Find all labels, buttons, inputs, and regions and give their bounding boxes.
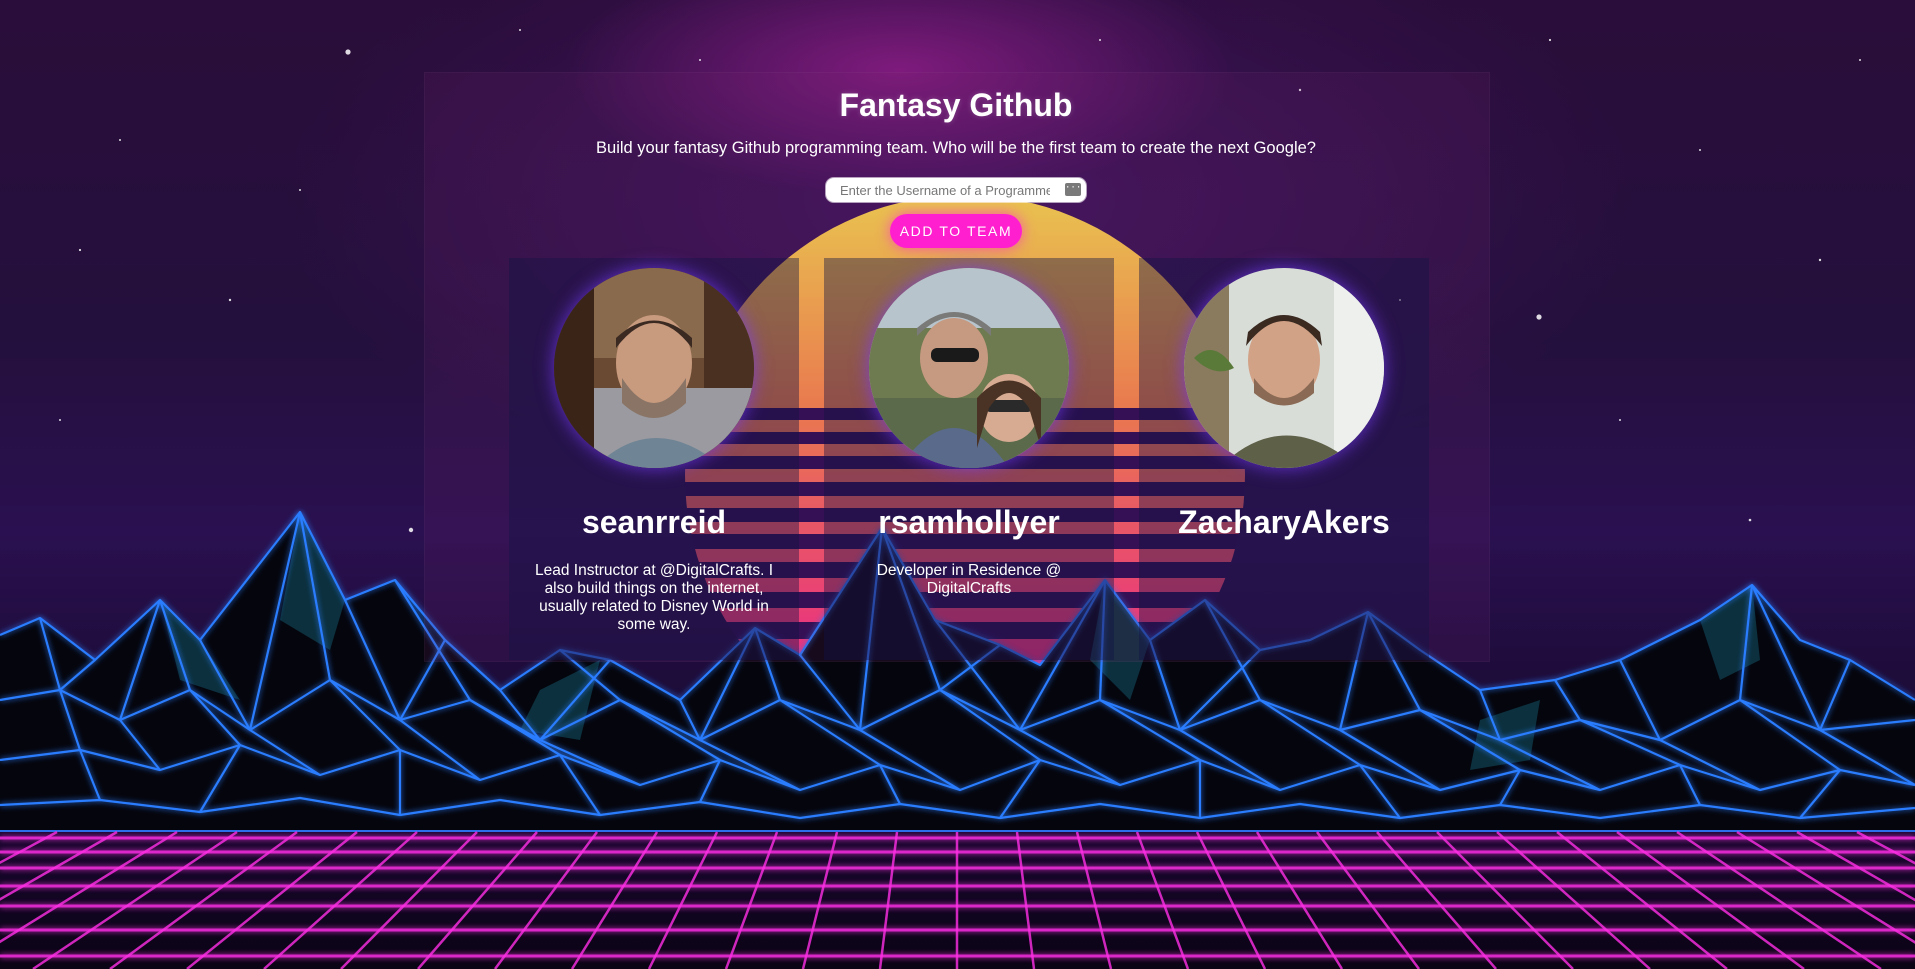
avatar-photo-icon <box>869 268 1069 468</box>
username: ZacharyAkers <box>1178 504 1390 540</box>
page-header: Fantasy Github Build your fantasy Github… <box>424 82 1488 160</box>
add-to-team-button[interactable]: ADD TO TEAM <box>890 214 1022 248</box>
page-title: Fantasy Github <box>839 87 1073 123</box>
page-subtitle: Build your fantasy Github programming te… <box>596 139 1316 157</box>
team-card: rsamhollyer Developer in Residence @ Dig… <box>824 258 1114 660</box>
user-bio: Developer in Residence @ DigitalCrafts <box>876 562 1062 597</box>
app-root: Fantasy Github Build your fantasy Github… <box>0 0 1915 969</box>
team-card: ZacharyAkers <box>1139 258 1429 660</box>
avatar <box>1184 268 1384 468</box>
username-input[interactable] <box>840 180 1050 200</box>
avatar-photo-icon <box>554 268 754 468</box>
username: seanrreid <box>581 504 727 540</box>
username-search: ··· <box>826 178 1086 202</box>
user-bio: Lead Instructor at @DigitalCrafts. I als… <box>535 562 773 633</box>
autofill-key-icon[interactable]: ··· <box>1065 183 1081 196</box>
username: rsamhollyer <box>878 504 1060 540</box>
neon-grid-floor <box>0 826 1915 969</box>
avatar <box>869 268 1069 468</box>
avatar <box>554 268 754 468</box>
team-card: seanrreid Lead Instructor at @DigitalCra… <box>509 258 799 660</box>
avatar-photo-icon <box>1184 268 1384 468</box>
